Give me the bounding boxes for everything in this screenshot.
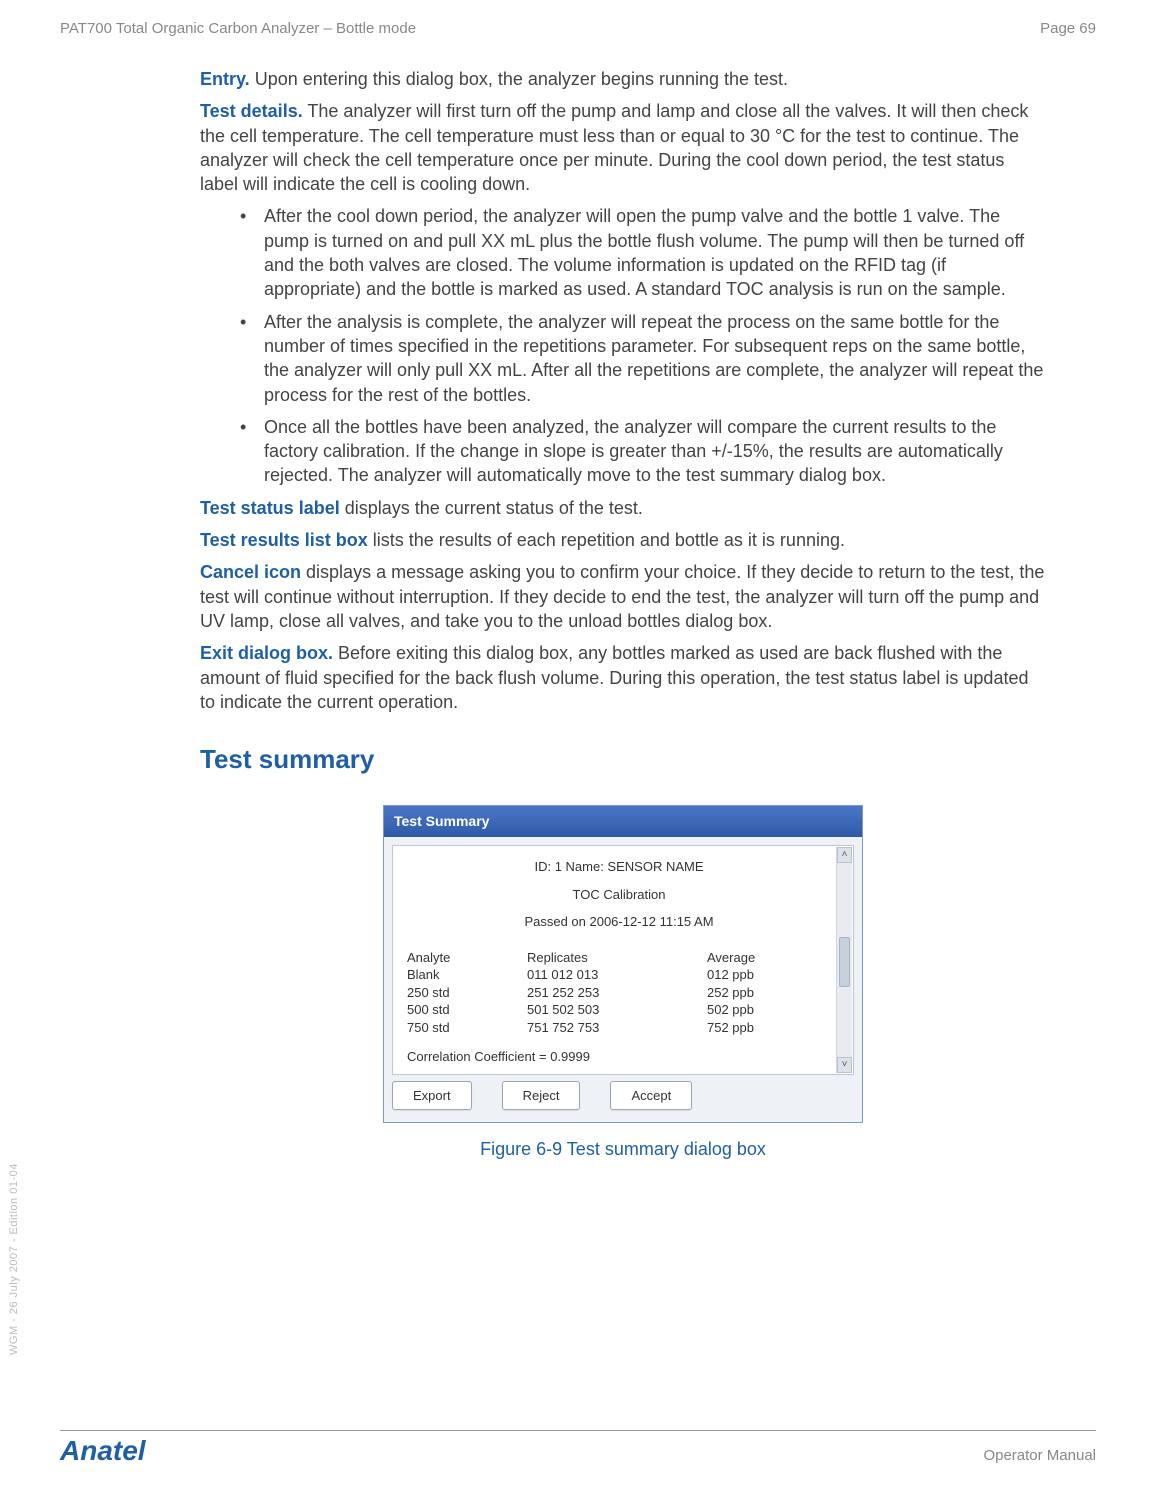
footer-brand: Anatel [60,1435,146,1467]
exit-term: Exit dialog box. [200,643,333,663]
section-heading-test-summary: Test summary [200,742,1046,777]
details-term: Test details. [200,101,303,121]
col-replicates: Replicates [527,949,707,967]
dialog-sub1: TOC Calibration [407,886,831,904]
scroll-thumb[interactable] [839,937,850,987]
bullet-item: Once all the bottles have been analyzed,… [240,415,1046,488]
scroll-down-arrow-icon[interactable]: ˅ [837,1057,852,1073]
results-term: Test results list box [200,530,368,550]
status-term: Test status label [200,498,340,518]
col-average: Average [707,949,807,967]
page-header: PAT700 Total Organic Carbon Analyzer – B… [60,20,1096,37]
table-row: Blank 011 012 013 012 ppb [407,966,831,984]
page-footer: Anatel Operator Manual [60,1435,1096,1467]
page-content: Entry. Upon entering this dialog box, th… [60,67,1096,1161]
cancel-paragraph: Cancel icon displays a message asking yo… [200,560,1046,633]
correlation-coefficient: Correlation Coefficient = 0.9999 [407,1048,831,1066]
entry-paragraph: Entry. Upon entering this dialog box, th… [200,67,1046,91]
bullet-item: After the analysis is complete, the anal… [240,310,1046,407]
details-text: The analyzer will first turn off the pum… [200,101,1028,194]
results-text: lists the results of each repetition and… [368,530,845,550]
export-button[interactable]: Export [392,1081,472,1110]
table-header-row: Analyte Replicates Average [407,949,831,967]
bullet-item: After the cool down period, the analyzer… [240,204,1046,301]
entry-term: Entry. [200,69,250,89]
dialog-button-row: Export Reject Accept [392,1075,854,1114]
exit-paragraph: Exit dialog box. Before exiting this dia… [200,641,1046,714]
dialog-sub2: Passed on 2006-12-12 11:15 AM [407,913,831,931]
dialog-body: ˄ ˅ ID: 1 Name: SENSOR NAME TOC Calibrat… [392,845,854,1075]
test-summary-dialog: Test Summary ˄ ˅ ID: 1 Name: SENSOR NAME… [383,805,863,1123]
results-paragraph: Test results list box lists the results … [200,528,1046,552]
details-bullets: After the cool down period, the analyzer… [200,204,1046,487]
status-text: displays the current status of the test. [340,498,643,518]
cancel-text: displays a message asking you to confirm… [200,562,1044,631]
details-paragraph: Test details. The analyzer will first tu… [200,99,1046,196]
table-row: 250 std 251 252 253 252 ppb [407,984,831,1002]
entry-text: Upon entering this dialog box, the analy… [250,69,788,89]
col-analyte: Analyte [407,949,527,967]
figure-caption: Figure 6-9 Test summary dialog box [200,1137,1046,1161]
status-paragraph: Test status label displays the current s… [200,496,1046,520]
header-right: Page 69 [1040,20,1096,37]
cancel-term: Cancel icon [200,562,301,582]
accept-button[interactable]: Accept [610,1081,692,1110]
footer-right: Operator Manual [983,1447,1096,1464]
dialog-id-line: ID: 1 Name: SENSOR NAME [407,858,831,876]
reject-button[interactable]: Reject [502,1081,581,1110]
side-revision-text: WGM - 26 July 2007 - Edition 01-04 [8,1163,20,1355]
footer-rule [60,1430,1096,1431]
dialog-title-bar: Test Summary [384,806,862,837]
scrollbar[interactable]: ˄ ˅ [836,847,852,1073]
scroll-up-arrow-icon[interactable]: ˄ [837,847,852,863]
table-row: 750 std 751 752 753 752 ppb [407,1019,831,1037]
table-row: 500 std 501 502 503 502 ppb [407,1001,831,1019]
header-left: PAT700 Total Organic Carbon Analyzer – B… [60,20,416,37]
figure-test-summary: Test Summary ˄ ˅ ID: 1 Name: SENSOR NAME… [200,805,1046,1161]
